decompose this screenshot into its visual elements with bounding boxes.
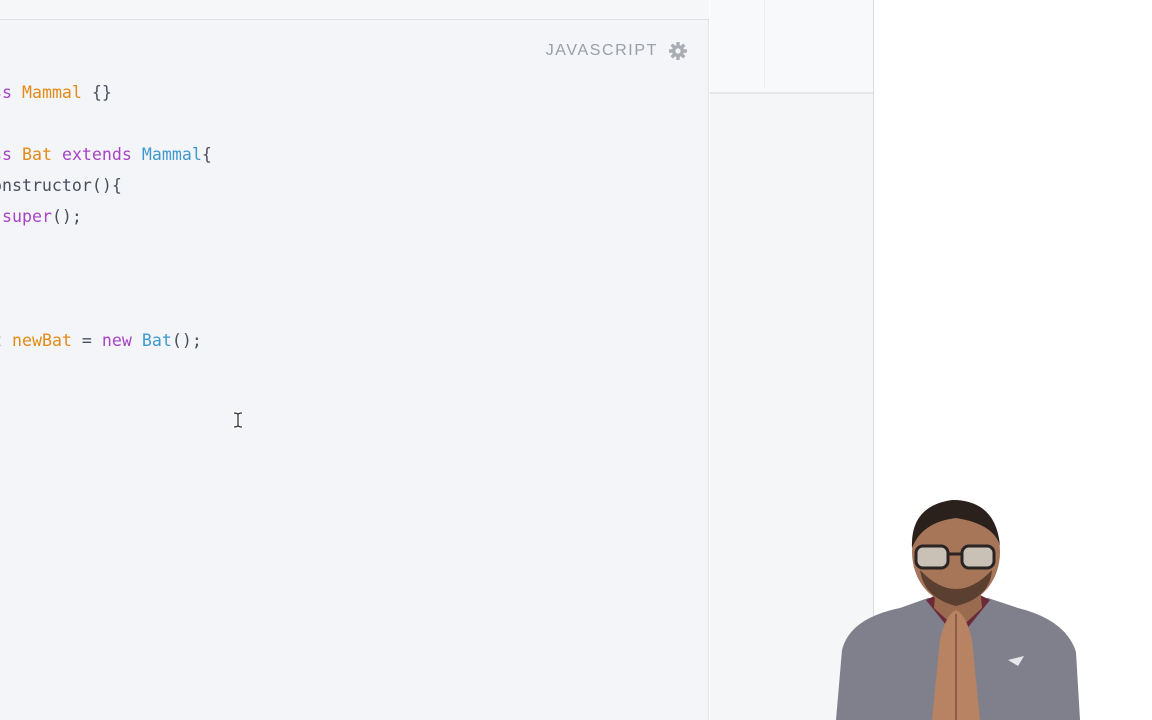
code-token: Bat <box>21 145 52 164</box>
code-editor-pane: JAVASCRIPT lass Mammal {}lass Bat extend… <box>0 0 709 720</box>
side-panel-header <box>710 0 873 94</box>
editor-top-bar <box>0 0 709 20</box>
code-token: lass <box>0 145 12 164</box>
code-token: Bat <box>141 331 172 350</box>
code-token: constructor(){ <box>0 176 122 195</box>
code-token: (); <box>171 331 202 350</box>
code-token: Mammal <box>21 83 82 102</box>
screen: JAVASCRIPT lass Mammal {}lass Bat extend… <box>0 0 1152 720</box>
code-token: = <box>71 331 102 350</box>
presenter-webcam <box>828 490 1088 720</box>
side-panel-divider <box>764 0 765 88</box>
code-token: extends <box>61 145 132 164</box>
gear-icon[interactable] <box>668 41 688 61</box>
code-token: super <box>1 207 52 226</box>
code-line: super(); <box>0 201 82 232</box>
code-line: constructor(){ <box>0 170 122 201</box>
code-token: newBat <box>11 331 72 350</box>
code-token: Mammal <box>141 145 202 164</box>
code-token: new <box>101 331 132 350</box>
language-label: JAVASCRIPT <box>545 42 658 59</box>
code-line: lass Mammal {} <box>0 77 112 108</box>
code-text-area[interactable]: lass Mammal {}lass Bat extends Mammal{ c… <box>0 77 700 697</box>
code-token: {} <box>81 83 112 102</box>
code-token: { <box>201 145 212 164</box>
code-token: (); <box>51 207 82 226</box>
code-line: lass Bat extends Mammal{ <box>0 139 212 170</box>
code-token: lass <box>0 83 12 102</box>
code-line: nst newBat = new Bat(); <box>0 325 202 356</box>
